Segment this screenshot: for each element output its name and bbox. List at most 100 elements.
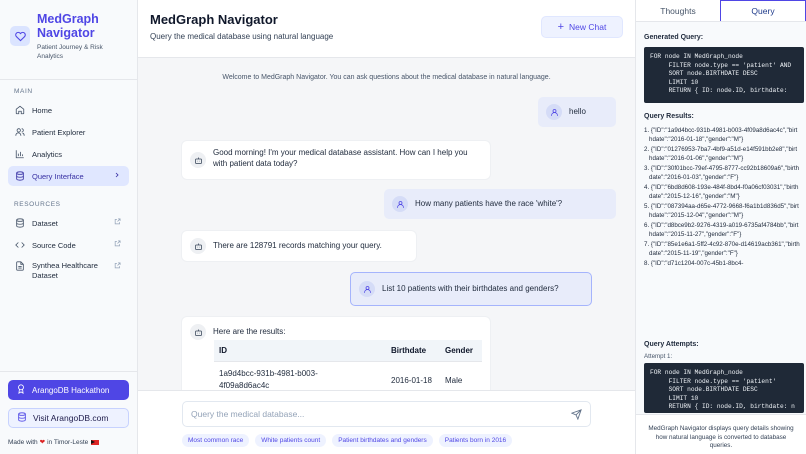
new-chat-label: New Chat (569, 22, 607, 32)
visit-label: Visit ArangoDB.com (33, 413, 109, 423)
bot-message: There are 128791 records matching your q… (182, 231, 416, 261)
user-avatar-icon (359, 281, 375, 297)
list-item: 6. {"ID":"d8bce9b2-9276-4319-a019-6735af… (644, 222, 799, 238)
table-row: 1a9d4bcc-931b-4981-b003-4f09a8d6ac4c 201… (214, 362, 482, 390)
list-item: 3. {"ID":"30f01bcc-79ef-4795-8777-cc92b1… (644, 165, 800, 181)
send-icon[interactable] (570, 409, 582, 422)
brand-title: MedGraph Navigator (37, 12, 99, 40)
list-item: 7. {"ID":"85e1e6a1-5ff2-4c92-870e-d14619… (644, 241, 800, 257)
nav-heading-main: MAIN (14, 88, 33, 95)
sidebar-footer: ArangoDB Hackathon Visit ArangoDB.com Ma… (0, 371, 137, 454)
made-with-suffix: in Timor-Leste (47, 438, 89, 446)
nav-heading-resources: RESOURCES (14, 201, 61, 208)
sidebar-item-patient-explorer[interactable]: Patient Explorer (8, 122, 129, 142)
query-input[interactable] (182, 401, 591, 427)
sidebar-item-analytics[interactable]: Analytics (8, 144, 129, 164)
suggestion-chip[interactable]: Most common race (182, 434, 250, 447)
visit-arangodb-button[interactable]: Visit ArangoDB.com (8, 408, 129, 428)
attempt-query-code: FOR node IN MedGraph_node FILTER node.ty… (644, 363, 804, 413)
column-header: Gender (440, 340, 482, 362)
tab-query[interactable]: Query (720, 0, 806, 21)
sidebar-item-source-code[interactable]: Source Code (8, 235, 129, 255)
bot-message: Good morning! I'm your medical database … (182, 141, 490, 179)
brand-subtitle: Patient Journey & Risk Analytics (37, 44, 103, 60)
flag-icon (91, 439, 100, 445)
sidebar: MedGraph Navigator Patient Journey & Ris… (0, 0, 138, 454)
sidebar-item-label: Query Interface (32, 171, 84, 181)
list-item: 4. {"ID":"6bd8d608-193e-484f-8bd4-f0a06c… (644, 184, 799, 200)
user-avatar-icon (392, 196, 408, 212)
welcome-message: Welcome to MedGraph Navigator. You can a… (222, 74, 551, 81)
sidebar-item-dataset[interactable]: Dataset (8, 213, 129, 233)
main-header: MedGraph Navigator Query the medical dat… (138, 0, 635, 58)
message-text: hello (569, 107, 586, 116)
sidebar-item-label: Dataset (32, 218, 58, 228)
database-icon (15, 171, 25, 181)
heart-icon (10, 26, 30, 46)
list-item: 1. {"ID":"1a9d4bcc-931b-4981-b003-4f09a8… (644, 127, 798, 143)
external-link-icon (114, 262, 121, 271)
query-attempts-label: Query Attempts: (644, 341, 699, 348)
list-item: 2. {"ID":"01276953-7ba7-4bf9-a51d-e14f59… (644, 146, 798, 162)
hackathon-label: ArangoDB Hackathon (32, 385, 110, 395)
user-avatar-icon (546, 104, 562, 120)
new-chat-button[interactable]: + New Chat (541, 16, 623, 38)
bot-avatar-icon (190, 152, 206, 168)
external-link-icon (114, 240, 121, 249)
list-item: 8. {"ID":"d71c1204-007c-45b1-8bc4- (644, 260, 744, 267)
attempt-label: Attempt 1: (644, 353, 673, 360)
suggestion-chip[interactable]: White patients count (255, 434, 327, 447)
database-icon (15, 218, 25, 228)
list-item: 5. {"ID":"087394aa-d65e-4772-9668-f6a1b1… (644, 203, 799, 219)
table-cell: 2016-01-18 (391, 375, 432, 385)
sidebar-item-label: Source Code (32, 240, 76, 250)
brand: MedGraph Navigator Patient Journey & Ris… (0, 0, 137, 80)
bot-avatar-icon (190, 324, 206, 340)
suggestion-chip[interactable]: Patients born in 2016 (438, 434, 513, 447)
tab-thoughts[interactable]: Thoughts (636, 0, 720, 21)
database-icon (17, 412, 27, 424)
composer: Most common race White patients count Pa… (138, 390, 635, 454)
sidebar-item-query-interface[interactable]: Query Interface (8, 166, 129, 186)
suggestion-chip[interactable]: Patient birthdates and genders (332, 434, 433, 447)
user-message: How many patients have the race 'white'? (384, 189, 616, 219)
sidebar-item-home[interactable]: Home (8, 100, 129, 120)
external-link-icon (114, 218, 121, 227)
generated-query-label: Generated Query: (644, 34, 704, 41)
table-cell: 1a9d4bcc-931b-4981-b003-4f09a8d6ac4c (219, 369, 318, 390)
home-icon (15, 105, 25, 115)
column-header: ID (214, 340, 386, 362)
message-text: List 10 patients with their birthdates a… (382, 284, 559, 293)
hackathon-button[interactable]: ArangoDB Hackathon (8, 380, 129, 400)
plus-icon: + (557, 21, 565, 33)
bot-avatar-icon (190, 238, 206, 254)
user-message: List 10 patients with their birthdates a… (350, 272, 592, 306)
message-text: Good morning! I'm your medical database … (213, 148, 468, 168)
made-with-note: Made with ❤ in Timor-Leste (8, 438, 129, 446)
table-header-row: ID Birthdate Gender (214, 340, 482, 362)
chevron-right-icon (113, 171, 121, 181)
award-icon (16, 384, 26, 396)
bar-chart-icon (15, 149, 25, 159)
message-text: How many patients have the race 'white'? (415, 199, 563, 208)
table-cell: Male (445, 375, 463, 385)
chat-thread[interactable]: Welcome to MedGraph Navigator. You can a… (138, 58, 635, 390)
message-text: There are 128791 records matching your q… (213, 241, 382, 250)
sidebar-item-label: Patient Explorer (32, 127, 86, 137)
query-results-list[interactable]: 1. {"ID":"1a9d4bcc-931b-4981-b003-4f09a8… (644, 127, 800, 330)
suggestion-chips: Most common race White patients count Pa… (182, 434, 513, 447)
query-results-label: Query Results: (644, 113, 694, 120)
sidebar-item-synthea-dataset[interactable]: Synthea Healthcare Dataset (8, 257, 129, 283)
sidebar-item-label: Home (32, 105, 53, 115)
results-table: ID Birthdate Gender 1a9d4bcc-931b-4981-b… (214, 340, 482, 390)
main-content: MedGraph Navigator Query the medical dat… (138, 0, 635, 454)
panel-tabs: Thoughts Query (636, 0, 806, 22)
column-header: Birthdate (386, 340, 440, 362)
made-with-prefix: Made with (8, 438, 38, 446)
file-icon (15, 261, 25, 271)
sidebar-item-label: Synthea Healthcare Dataset (32, 261, 98, 280)
app-root: MedGraph Navigator Patient Journey & Ris… (0, 0, 806, 454)
users-icon (15, 127, 25, 137)
heart-emoji-icon: ❤ (39, 439, 46, 446)
query-details-panel: Thoughts Query Generated Query: FOR node… (635, 0, 806, 454)
